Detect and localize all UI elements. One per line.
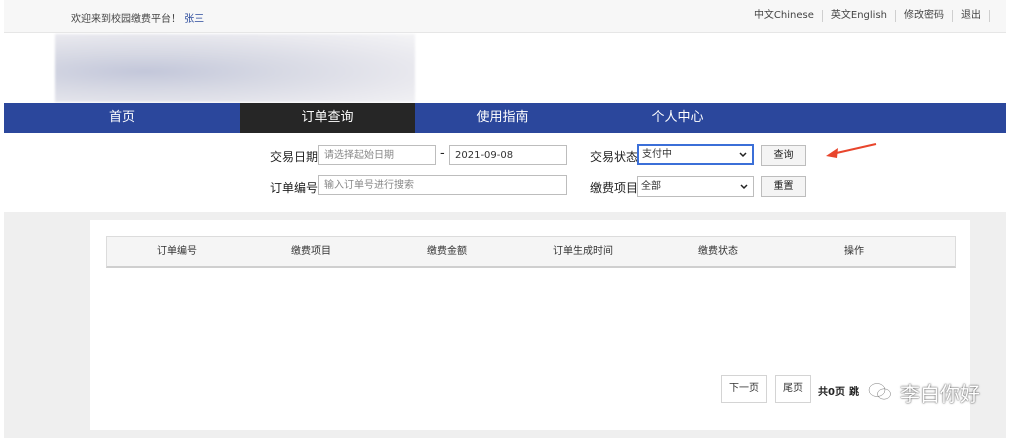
watermark-text: 李白你好 — [900, 381, 980, 406]
column-header-amount: 缴费金额 — [427, 246, 467, 257]
lang-english-link[interactable]: 英文English — [821, 10, 895, 22]
item-selected-value: 全部 — [641, 181, 661, 192]
change-password-link[interactable]: 修改密码 — [895, 10, 952, 22]
chevron-down-icon — [739, 177, 749, 203]
nav-item-profile[interactable]: 个人中心 — [590, 103, 765, 133]
jump-label: 跳 — [849, 387, 859, 398]
welcome-text: 欢迎来到校园缴费平台！ — [71, 14, 181, 25]
nav-item-home[interactable]: 首页 — [4, 103, 240, 133]
logout-link[interactable]: 退出 — [952, 10, 990, 22]
column-header-item: 缴费项目 — [291, 246, 331, 257]
column-header-created-time: 订单生成时间 — [553, 246, 613, 257]
table-header: 订单编号 缴费项目 缴费金额 订单生成时间 缴费状态 操作 — [106, 236, 956, 268]
wechat-icon — [868, 382, 892, 402]
item-select[interactable]: 全部 — [637, 176, 754, 197]
order-no-input[interactable]: 输入订单号进行搜索 — [318, 175, 567, 195]
column-header-order-no: 订单编号 — [157, 246, 197, 257]
date-separator: - — [440, 146, 445, 161]
status-select[interactable]: 支付中 — [637, 144, 754, 165]
red-arrow-annotation — [826, 143, 877, 158]
nav-item-order-query[interactable]: 订单查询 — [240, 103, 415, 133]
watermark: 李白你好 — [868, 377, 980, 407]
lang-chinese-link[interactable]: 中文Chinese — [746, 10, 822, 22]
top-bar: 欢迎来到校园缴费平台！ 张三 中文Chinese 英文English 修改密码 … — [4, 0, 1006, 33]
blurred-logo-banner — [55, 34, 415, 102]
date-label: 交易日期 — [270, 150, 319, 164]
last-page-button[interactable]: 尾页 — [775, 375, 811, 403]
end-date-input[interactable]: 2021-09-08 — [449, 145, 567, 165]
next-page-button[interactable]: 下一页 — [721, 375, 767, 403]
item-label: 缴费项目 — [590, 181, 639, 195]
chevron-down-icon — [738, 146, 748, 169]
welcome-message: 欢迎来到校园缴费平台！ 张三 — [71, 10, 204, 25]
status-label: 交易状态 — [590, 150, 639, 164]
total-pages: 共0页 — [818, 387, 845, 398]
main-nav: 首页 订单查询 使用指南 个人中心 — [4, 103, 1006, 133]
username[interactable]: 张三 — [184, 14, 204, 25]
order-no-label: 订单编号 — [270, 181, 319, 195]
reset-button[interactable]: 重置 — [761, 176, 806, 197]
status-selected-value: 支付中 — [642, 149, 672, 160]
nav-item-guide[interactable]: 使用指南 — [415, 103, 590, 133]
start-date-input[interactable]: 请选择起始日期 — [318, 145, 436, 165]
top-links: 中文Chinese 英文English 修改密码 退出 — [746, 10, 990, 22]
query-button[interactable]: 查询 — [761, 145, 806, 166]
column-header-action: 操作 — [844, 246, 864, 257]
column-header-status: 缴费状态 — [698, 246, 738, 257]
